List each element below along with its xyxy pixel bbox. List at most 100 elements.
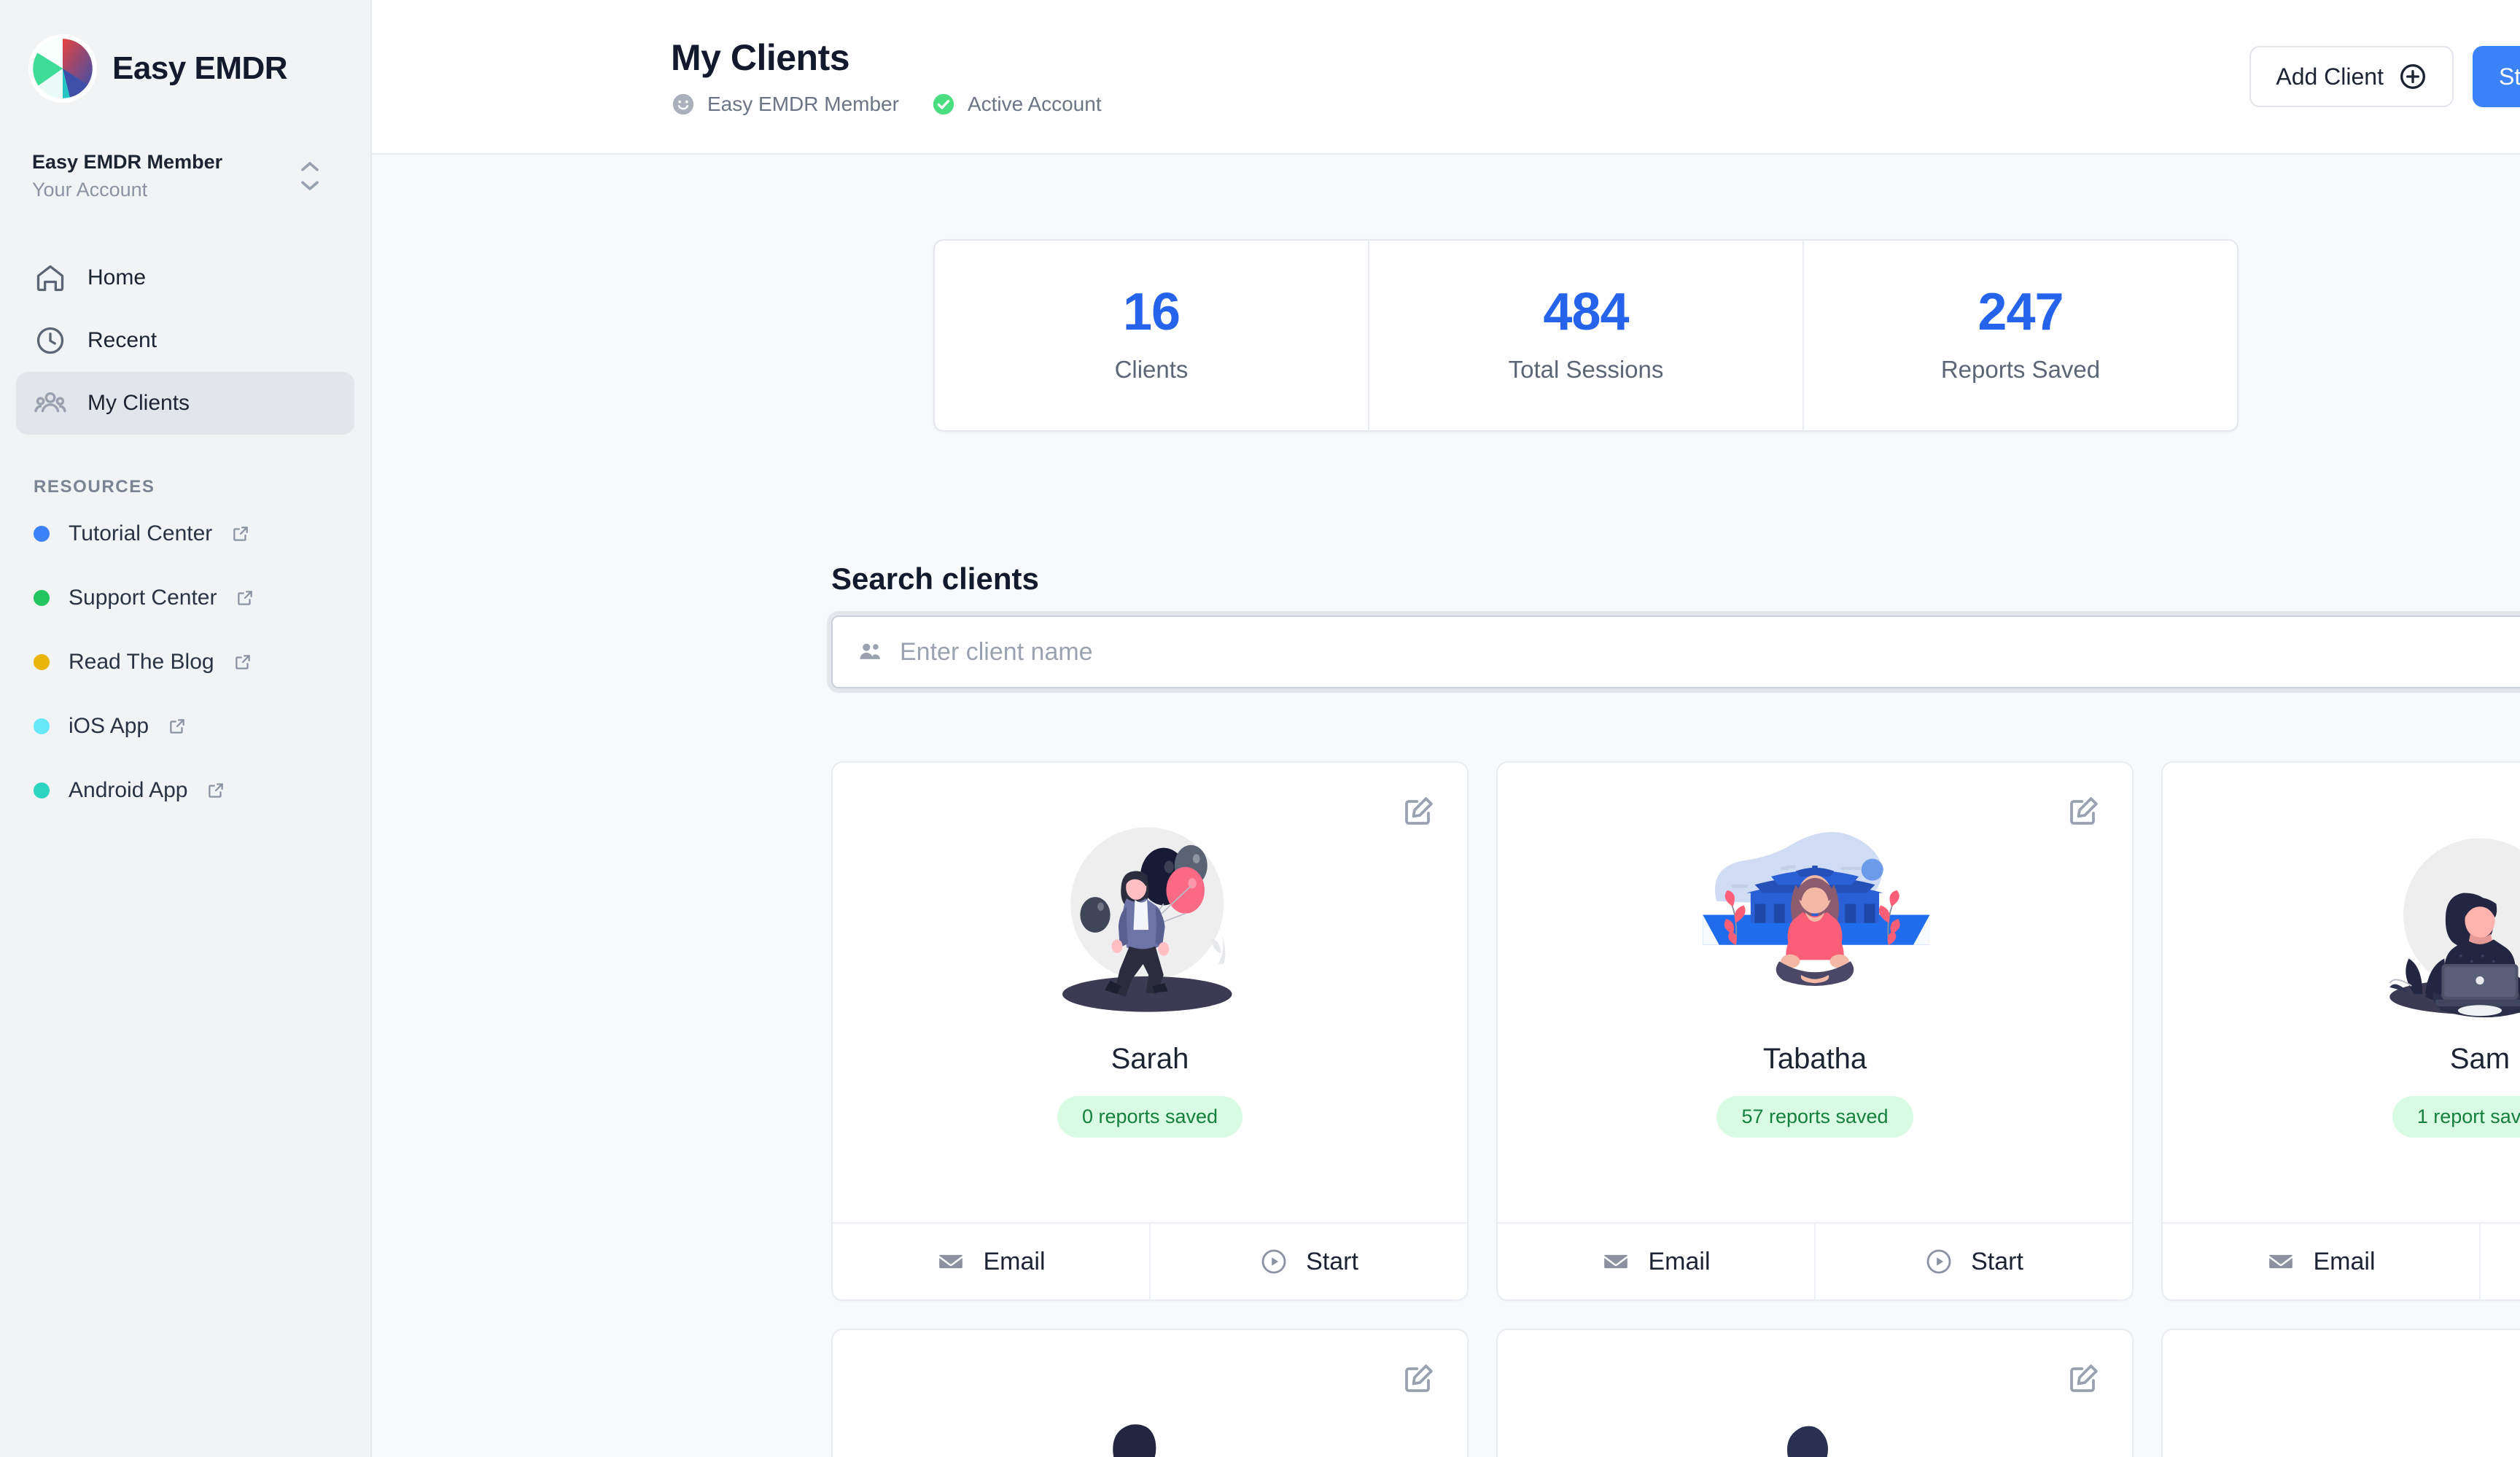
client-card-body <box>1498 1330 2132 1457</box>
start-button[interactable]: Start <box>1149 1224 1467 1299</box>
email-button[interactable]: Email <box>1498 1224 1814 1299</box>
resource-item-tutorial-center[interactable]: Tutorial Center <box>0 502 370 566</box>
membership-label: Easy EMDR Member <box>707 93 899 116</box>
search-input[interactable] <box>900 638 2520 667</box>
start-label: Start <box>1306 1248 1358 1276</box>
email-label: Email <box>2313 1248 2375 1276</box>
external-link-icon <box>233 653 252 672</box>
users-icon <box>856 638 884 666</box>
start-button[interactable]: Start <box>1814 1224 2132 1299</box>
sidebar-nav: Home Recent My Clients <box>0 246 370 435</box>
woman-with-balloons-illustration <box>997 811 1303 1030</box>
woman-meditating-temple-illustration <box>1662 811 1968 1030</box>
resource-item-ios-app[interactable]: iOS App <box>0 694 370 758</box>
client-card[interactable]: Email Start <box>1496 1329 2134 1457</box>
client-name: Tabatha <box>1763 1043 1867 1076</box>
reports-saved-badge: 57 reports saved <box>1716 1096 1913 1138</box>
app-root: Easy EMDR Easy EMDR Member Your Account … <box>0 0 2520 1457</box>
client-card[interactable]: Sam 1 report saved Email <box>2161 761 2520 1301</box>
resource-label: Tutorial Center <box>69 521 212 546</box>
client-card-grid-row-2: Email Start <box>831 1329 2520 1457</box>
envelope-icon <box>2266 1247 2295 1276</box>
sidebar-item-label: Home <box>88 265 146 290</box>
status-dot <box>34 590 50 606</box>
stat-clients: 16 Clients <box>935 241 1368 430</box>
client-card-grid: Sarah 0 reports saved Email <box>831 761 2520 1301</box>
status-dot <box>34 718 50 734</box>
client-card-actions: Email Start <box>1498 1222 2132 1299</box>
edit-pencil-icon[interactable] <box>2066 793 2101 828</box>
client-card[interactable]: Sarah 0 reports saved Email <box>831 761 1469 1301</box>
add-client-label: Add Client <box>2276 63 2384 90</box>
sidebar: Easy EMDR Easy EMDR Member Your Account … <box>0 0 372 1457</box>
client-card-actions: Email Start <box>2163 1222 2520 1299</box>
email-label: Email <box>1648 1248 1710 1276</box>
main-area: My Clients Easy EMDR Member Active Accou… <box>372 0 2520 1457</box>
users-icon <box>34 386 67 420</box>
sidebar-item-home[interactable]: Home <box>16 246 354 309</box>
client-card[interactable]: Email Start <box>2161 1329 2520 1457</box>
check-circle-icon <box>931 92 956 117</box>
edit-pencil-icon[interactable] <box>2066 1361 2101 1396</box>
page-title: My Clients <box>671 36 1102 79</box>
stat-value: 484 <box>1369 286 1802 338</box>
client-card-body: Sam 1 report saved <box>2163 763 2520 1222</box>
account-status-badge: Active Account <box>931 92 1102 117</box>
client-card[interactable]: Email Start <box>831 1329 1469 1457</box>
stat-value: 247 <box>1804 286 2237 338</box>
account-switcher[interactable]: Easy EMDR Member Your Account <box>32 147 338 206</box>
start-button[interactable]: Start <box>2479 1224 2520 1299</box>
reports-saved-badge: 1 report saved <box>2392 1096 2520 1138</box>
home-icon <box>34 261 67 295</box>
stats-summary: 16 Clients 484 Total Sessions 247 Report… <box>933 239 2239 432</box>
external-link-icon <box>168 717 187 736</box>
sidebar-item-my-clients[interactable]: My Clients <box>16 372 354 435</box>
account-name: Easy EMDR Member <box>32 150 222 175</box>
search-section: Search clients <box>831 562 2520 688</box>
start-session-button[interactable]: Start A Session <box>2473 46 2520 107</box>
client-card-body <box>833 1330 1467 1457</box>
search-field[interactable] <box>831 615 2520 688</box>
client-name: Sarah <box>1111 1043 1189 1076</box>
external-link-icon <box>231 524 250 543</box>
client-card-body <box>2163 1330 2520 1457</box>
envelope-icon <box>1601 1247 1630 1276</box>
page-meta: Easy EMDR Member Active Account <box>671 92 1102 117</box>
email-button[interactable]: Email <box>833 1224 1149 1299</box>
external-link-icon <box>236 588 254 607</box>
sidebar-item-recent[interactable]: Recent <box>16 309 354 372</box>
resources-list: Tutorial Center Support Center R <box>0 502 370 823</box>
email-label: Email <box>983 1248 1045 1276</box>
sidebar-item-label: Recent <box>88 328 157 353</box>
status-dot <box>34 526 50 542</box>
client-card-body: Sarah 0 reports saved <box>833 763 1467 1222</box>
header-actions: Add Client Start A Session <box>2249 46 2520 107</box>
play-circle-icon <box>1924 1247 1953 1276</box>
status-dot <box>34 654 50 670</box>
email-button[interactable]: Email <box>2163 1224 2479 1299</box>
easy-emdr-spiral-logo <box>32 38 93 99</box>
brand-name: Easy EMDR <box>112 50 287 87</box>
status-dot <box>34 782 50 799</box>
resource-item-support-center[interactable]: Support Center <box>0 566 370 630</box>
brand[interactable]: Easy EMDR <box>0 0 370 99</box>
chevron-up-down-icon <box>299 160 330 193</box>
resource-label: Read The Blog <box>69 650 214 675</box>
account-subtitle: Your Account <box>32 178 222 203</box>
edit-pencil-icon[interactable] <box>1401 793 1436 828</box>
smiley-face-icon <box>671 92 696 117</box>
start-label: Start <box>1971 1248 2023 1276</box>
page-content: 16 Clients 484 Total Sessions 247 Report… <box>372 155 2520 1457</box>
client-illustration <box>997 1378 1303 1457</box>
sidebar-item-label: My Clients <box>88 391 190 416</box>
envelope-icon <box>936 1247 965 1276</box>
resource-item-read-the-blog[interactable]: Read The Blog <box>0 630 370 694</box>
resource-item-android-app[interactable]: Android App <box>0 758 370 823</box>
woman-with-laptop-illustration <box>2327 811 2520 1030</box>
client-card[interactable]: Tabatha 57 reports saved Email <box>1496 761 2134 1301</box>
resource-label: Android App <box>69 778 187 803</box>
edit-pencil-icon[interactable] <box>1401 1361 1436 1396</box>
client-card-actions: Email Start <box>833 1222 1467 1299</box>
stat-label: Clients <box>935 356 1368 384</box>
add-client-button[interactable]: Add Client <box>2249 46 2454 107</box>
